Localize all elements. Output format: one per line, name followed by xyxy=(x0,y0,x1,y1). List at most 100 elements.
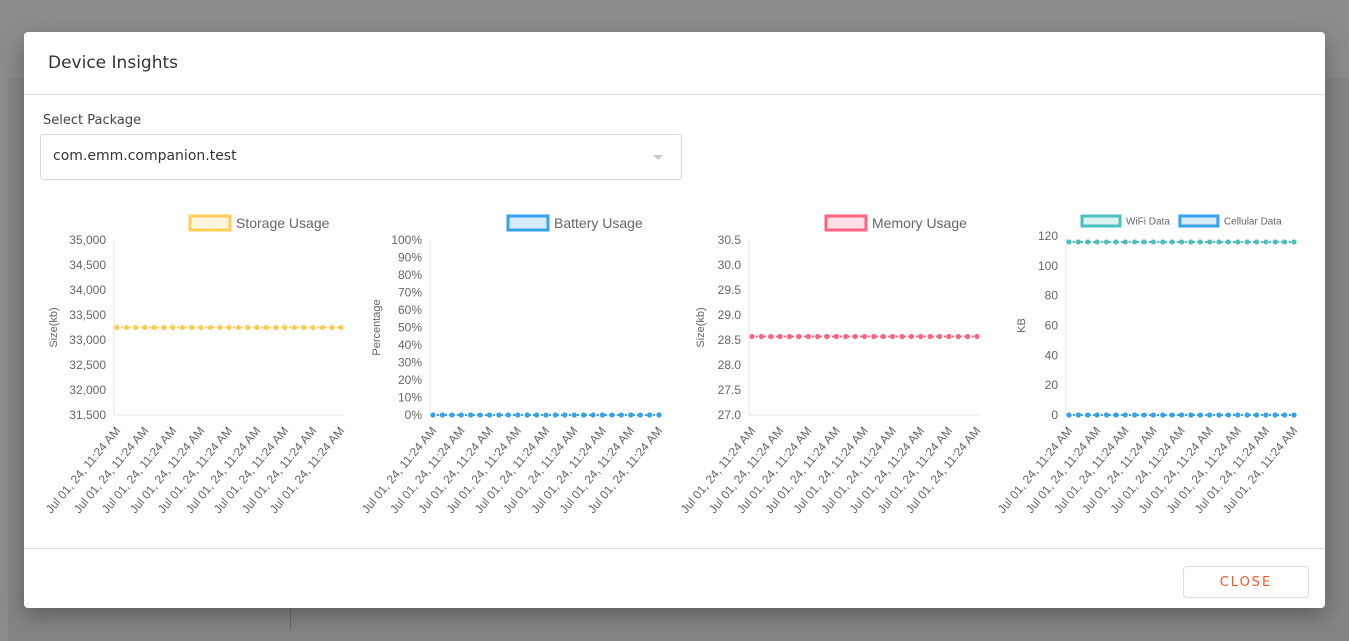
data-point xyxy=(179,324,185,331)
y-tick-label: 20 xyxy=(1045,378,1059,392)
data-point xyxy=(543,412,549,418)
data-point xyxy=(1272,412,1278,418)
data-point xyxy=(965,333,971,340)
chart-4: 020406080100120KBJul 01, 24, 11:24 AMJul… xyxy=(995,214,1300,516)
data-point xyxy=(458,412,464,418)
y-tick-label: 28.0 xyxy=(718,358,742,372)
charts-area: 31,500 32,000 32,500 33,000 33,500 34,000 34,5… xyxy=(43,214,1300,516)
data-point xyxy=(123,324,129,331)
data-point xyxy=(449,412,455,418)
data-point xyxy=(1282,412,1288,418)
data-point xyxy=(161,324,167,331)
y-tick-label: 80 xyxy=(1045,289,1059,303)
data-point xyxy=(1141,239,1147,245)
data-point xyxy=(899,333,905,340)
data-point xyxy=(599,412,606,418)
data-point xyxy=(496,412,502,418)
y-tick-label: 30.0 xyxy=(718,258,742,272)
legend-label: Cellular Data xyxy=(1224,217,1282,228)
legend-swatch xyxy=(188,214,232,232)
data-point xyxy=(927,333,933,340)
data-point xyxy=(1235,412,1241,418)
y-tick-label: 100 xyxy=(1038,259,1058,273)
data-point xyxy=(1216,412,1222,418)
data-point xyxy=(533,412,540,418)
data-point xyxy=(301,324,307,331)
legend-label: WiFi Data xyxy=(1126,217,1170,228)
data-point xyxy=(486,412,493,418)
legend-label: Battery Usage xyxy=(554,215,643,231)
data-point xyxy=(805,333,811,340)
y-tick-label: 10% xyxy=(398,391,422,405)
data-point xyxy=(439,412,446,418)
data-point xyxy=(656,412,662,418)
data-point xyxy=(198,324,204,331)
data-point xyxy=(477,412,483,418)
data-point xyxy=(1225,239,1231,245)
data-point xyxy=(1160,239,1166,245)
data-point xyxy=(245,324,251,331)
data-point xyxy=(852,333,858,340)
data-point xyxy=(786,333,793,340)
data-point xyxy=(1169,412,1175,418)
data-point xyxy=(468,412,474,418)
data-point xyxy=(1188,412,1194,418)
legend-label: Storage Usage xyxy=(236,215,330,231)
data-point xyxy=(235,324,241,331)
data-point xyxy=(1075,412,1081,418)
data-point xyxy=(796,333,802,340)
data-point xyxy=(1085,239,1091,245)
data-point xyxy=(1075,239,1081,245)
data-point xyxy=(1066,412,1072,418)
data-point xyxy=(777,333,783,340)
data-point xyxy=(581,412,587,418)
data-point xyxy=(1094,239,1100,245)
data-point xyxy=(430,412,436,418)
data-point xyxy=(1169,239,1175,245)
data-point xyxy=(1178,239,1185,245)
y-tick-label: 33,000 xyxy=(69,333,106,347)
data-point xyxy=(1207,412,1213,418)
data-point xyxy=(1225,412,1231,418)
data-point xyxy=(590,412,596,418)
data-point xyxy=(273,324,279,331)
data-point xyxy=(1244,412,1250,418)
y-tick-label: 32,500 xyxy=(69,358,106,372)
y-tick-label: 27.5 xyxy=(718,383,742,397)
data-point xyxy=(1253,239,1260,245)
data-point xyxy=(646,412,653,418)
data-point xyxy=(824,333,830,340)
data-point xyxy=(142,324,148,331)
data-point xyxy=(1122,239,1128,245)
data-point xyxy=(1132,239,1138,245)
y-tick-label: 100% xyxy=(391,233,422,247)
data-point xyxy=(1141,412,1147,418)
data-point xyxy=(1272,239,1278,245)
y-tick-label: 120 xyxy=(1038,229,1058,243)
y-tick-label: 29.5 xyxy=(718,283,742,297)
data-point xyxy=(1197,412,1203,418)
data-point xyxy=(861,333,868,340)
data-point xyxy=(974,333,980,340)
y-axis-label: Percentage xyxy=(371,299,383,355)
legend-swatch xyxy=(824,214,868,232)
y-axis-label: Size(kb) xyxy=(48,307,60,347)
legend-swatch xyxy=(1080,214,1122,228)
data-point xyxy=(207,324,213,331)
y-tick-label: 60% xyxy=(398,303,422,317)
y-tick-label: 34,000 xyxy=(69,283,106,297)
y-tick-label: 40 xyxy=(1045,348,1059,362)
data-point xyxy=(1216,239,1222,245)
close-button[interactable]: CLOSE xyxy=(1183,566,1309,598)
data-point xyxy=(1132,412,1138,418)
y-axis-label: KB xyxy=(1016,318,1028,333)
data-point xyxy=(505,412,511,418)
data-point xyxy=(1188,239,1194,245)
y-tick-label: 31,500 xyxy=(69,408,106,422)
data-point xyxy=(955,333,961,340)
y-tick-label: 27.0 xyxy=(718,408,742,422)
data-point xyxy=(338,324,344,331)
y-tick-label: 30% xyxy=(398,356,422,370)
data-point xyxy=(618,412,624,418)
data-point xyxy=(114,324,120,331)
